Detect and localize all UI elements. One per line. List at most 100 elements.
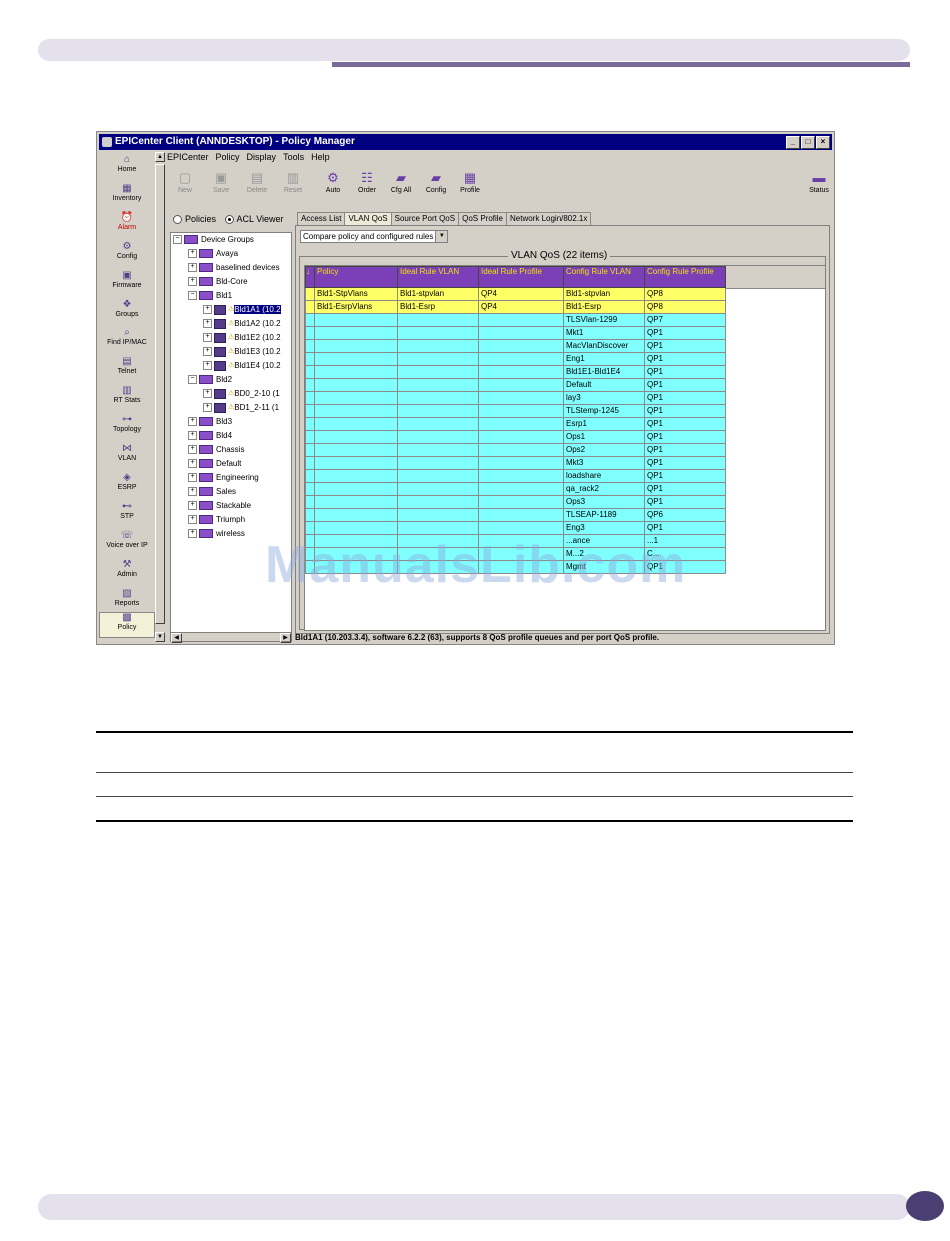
nav-item-reports[interactable]: ▧ Reports bbox=[99, 588, 155, 607]
policies-radio[interactable]: Policies bbox=[173, 214, 216, 225]
nav-item-stp[interactable]: ⊷ STP bbox=[99, 501, 155, 520]
column-header[interactable]: Config Rule VLAN bbox=[563, 266, 645, 288]
menu-help[interactable]: Help bbox=[311, 152, 330, 162]
table-row[interactable]: Ops2 QP1 bbox=[305, 443, 726, 457]
table-row[interactable]: loadshare QP1 bbox=[305, 469, 726, 483]
table-row[interactable]: Bld1-EsrpVlans Bld1-Esrp QP4 Bld1-Esrp QP8 bbox=[305, 300, 726, 314]
tab-vlan-qos[interactable]: VLAN QoS bbox=[344, 212, 392, 225]
column-header[interactable]: Policy bbox=[314, 266, 398, 288]
scroll-thumb[interactable] bbox=[155, 164, 165, 624]
config-button[interactable]: ▰ Config bbox=[422, 168, 450, 194]
tree-folder[interactable]: − Bld2 bbox=[188, 374, 232, 386]
tree-device[interactable]: + ⚠Bld1A1 (10.2 bbox=[203, 304, 281, 316]
nav-item-groups[interactable]: ❖ Groups bbox=[99, 299, 155, 318]
compare-mode-select[interactable]: Compare policy and configured rules ▼ bbox=[300, 230, 449, 243]
tree-folder[interactable]: + Sales bbox=[188, 486, 236, 498]
tree-expander[interactable]: + bbox=[188, 515, 197, 525]
menu-epicenter[interactable]: EPICenter bbox=[167, 152, 209, 162]
tab-access-list[interactable]: Access List bbox=[297, 212, 346, 225]
tree-expander[interactable]: + bbox=[188, 445, 197, 455]
tree-folder[interactable]: + Stackable bbox=[188, 500, 251, 512]
tree-folder[interactable]: + Bld3 bbox=[188, 416, 232, 428]
tree-expander[interactable]: + bbox=[188, 459, 197, 469]
table-row[interactable]: qa_rack2 QP1 bbox=[305, 482, 726, 496]
tree-folder[interactable]: − Device Groups bbox=[173, 234, 254, 246]
column-header[interactable]: Ideal Rule VLAN bbox=[397, 266, 479, 288]
tree-folder[interactable]: + wireless bbox=[188, 528, 245, 540]
menu-display[interactable]: Display bbox=[247, 152, 277, 162]
nav-item-find-ip-mac[interactable]: ⌕ Find IP/MAC bbox=[99, 328, 155, 347]
scroll-down-arrow[interactable]: ▼ bbox=[155, 632, 165, 642]
nav-item-voice-over-ip[interactable]: ☏ Voice over IP bbox=[99, 530, 155, 549]
tree-expander[interactable]: + bbox=[188, 249, 197, 259]
tree-folder[interactable]: + baselined devices bbox=[188, 262, 280, 274]
tree-expander[interactable]: + bbox=[203, 347, 212, 357]
menu-policy[interactable]: Policy bbox=[216, 152, 240, 162]
sort-column-header[interactable]: ↓ bbox=[305, 266, 315, 288]
minimize-button[interactable]: _ bbox=[786, 136, 800, 149]
table-row[interactable]: Bld1E1-Bld1E4 QP1 bbox=[305, 365, 726, 379]
table-row[interactable]: Ops3 QP1 bbox=[305, 495, 726, 509]
close-button[interactable]: × bbox=[816, 136, 830, 149]
order-button[interactable]: ☷ Order bbox=[353, 168, 381, 194]
tree-folder[interactable]: + Triumph bbox=[188, 514, 245, 526]
tree-expander[interactable]: + bbox=[188, 529, 197, 539]
tree-expander[interactable]: + bbox=[203, 361, 212, 371]
table-row[interactable]: Mkt3 QP1 bbox=[305, 456, 726, 470]
nav-item-rt-stats[interactable]: ▥ RT Stats bbox=[99, 386, 155, 405]
tree-device[interactable]: + ⚠Bld1E4 (10.2 bbox=[203, 360, 281, 372]
tree-device[interactable]: + ⚠Bld1E2 (10.2 bbox=[203, 332, 281, 344]
table-row[interactable]: TLSEAP-1189 QP6 bbox=[305, 508, 726, 522]
tree-device[interactable]: + ⚠Bld1E3 (10.2 bbox=[203, 346, 281, 358]
window-titlebar[interactable]: EPICenter Client (ANNDESKTOP) - Policy M… bbox=[99, 134, 832, 150]
nav-item-alarm[interactable]: ⏰ Alarm bbox=[99, 212, 155, 231]
tree-folder[interactable]: + Avaya bbox=[188, 248, 238, 260]
scroll-up-arrow[interactable]: ▲ bbox=[155, 152, 165, 162]
tree-expander[interactable]: + bbox=[188, 417, 197, 427]
maximize-button[interactable]: □ bbox=[801, 136, 815, 149]
table-row[interactable]: Esrp1 QP1 bbox=[305, 417, 726, 431]
tree-expander[interactable]: + bbox=[203, 403, 212, 413]
tree-hscrollbar[interactable]: ◀ ▶ bbox=[170, 632, 292, 643]
tree-folder[interactable]: + Bld4 bbox=[188, 430, 232, 442]
table-row[interactable]: MacVlanDiscover QP1 bbox=[305, 339, 726, 353]
table-row[interactable]: lay3 QP1 bbox=[305, 391, 726, 405]
acl-viewer-radio[interactable]: ACL Viewer bbox=[224, 214, 284, 225]
tree-expander[interactable]: + bbox=[188, 487, 197, 497]
scroll-right-arrow[interactable]: ▶ bbox=[280, 633, 291, 643]
tree-expander[interactable]: + bbox=[203, 389, 212, 399]
column-header[interactable]: Ideal Rule Profile bbox=[478, 266, 564, 288]
tree-expander[interactable]: + bbox=[188, 431, 197, 441]
nav-item-esrp[interactable]: ◈ ESRP bbox=[99, 472, 155, 491]
nav-item-policy[interactable]: ▩ Policy bbox=[99, 612, 155, 639]
table-row[interactable]: Eng3 QP1 bbox=[305, 521, 726, 535]
nav-item-telnet[interactable]: ▤ Telnet bbox=[99, 357, 155, 376]
tree-device[interactable]: + ⚠BD1_2-11 (1 bbox=[203, 402, 279, 414]
auto-button[interactable]: ⚙ Auto bbox=[319, 168, 347, 194]
table-row[interactable]: Bld1-StpVlans Bld1-stpvlan QP4 Bld1-stpvlan… bbox=[305, 287, 726, 301]
tree-expander[interactable]: + bbox=[188, 501, 197, 511]
nav-item-firmware[interactable]: ▣ Firmware bbox=[99, 270, 155, 289]
nav-item-vlan[interactable]: ⋈ VLAN bbox=[99, 444, 155, 463]
profile-button[interactable]: ▦ Profile bbox=[456, 168, 484, 194]
tree-expander[interactable]: + bbox=[203, 305, 212, 315]
tree-expander[interactable]: + bbox=[188, 277, 197, 287]
nav-item-inventory[interactable]: ▦ Inventory bbox=[99, 183, 155, 202]
tree-folder[interactable]: + Default bbox=[188, 458, 241, 470]
tree-expander[interactable]: − bbox=[173, 235, 182, 245]
tree-expander[interactable]: + bbox=[188, 473, 197, 483]
table-row[interactable]: TLSVlan-1299 QP7 bbox=[305, 313, 726, 327]
nav-item-topology[interactable]: ⊶ Topology bbox=[99, 415, 155, 434]
tree-folder[interactable]: + Chassis bbox=[188, 444, 244, 456]
nav-item-home[interactable]: ⌂ Home bbox=[99, 155, 155, 174]
tab-qos-profile[interactable]: QoS Profile bbox=[458, 212, 507, 225]
tab-network-login-802-1x[interactable]: Network Login/802.1x bbox=[506, 212, 592, 225]
tab-source-port-qos[interactable]: Source Port QoS bbox=[390, 212, 460, 225]
column-header[interactable]: Config Rule Profile bbox=[644, 266, 726, 288]
tree-device[interactable]: + ⚠Bld1A2 (10.2 bbox=[203, 318, 281, 330]
tree-device[interactable]: + ⚠BD0_2-10 (1 bbox=[203, 388, 280, 400]
tree-expander[interactable]: − bbox=[188, 375, 197, 385]
tree-expander[interactable]: − bbox=[188, 291, 197, 301]
status-button[interactable]: ▬ Status bbox=[805, 168, 833, 194]
table-row[interactable]: Default QP1 bbox=[305, 378, 726, 392]
